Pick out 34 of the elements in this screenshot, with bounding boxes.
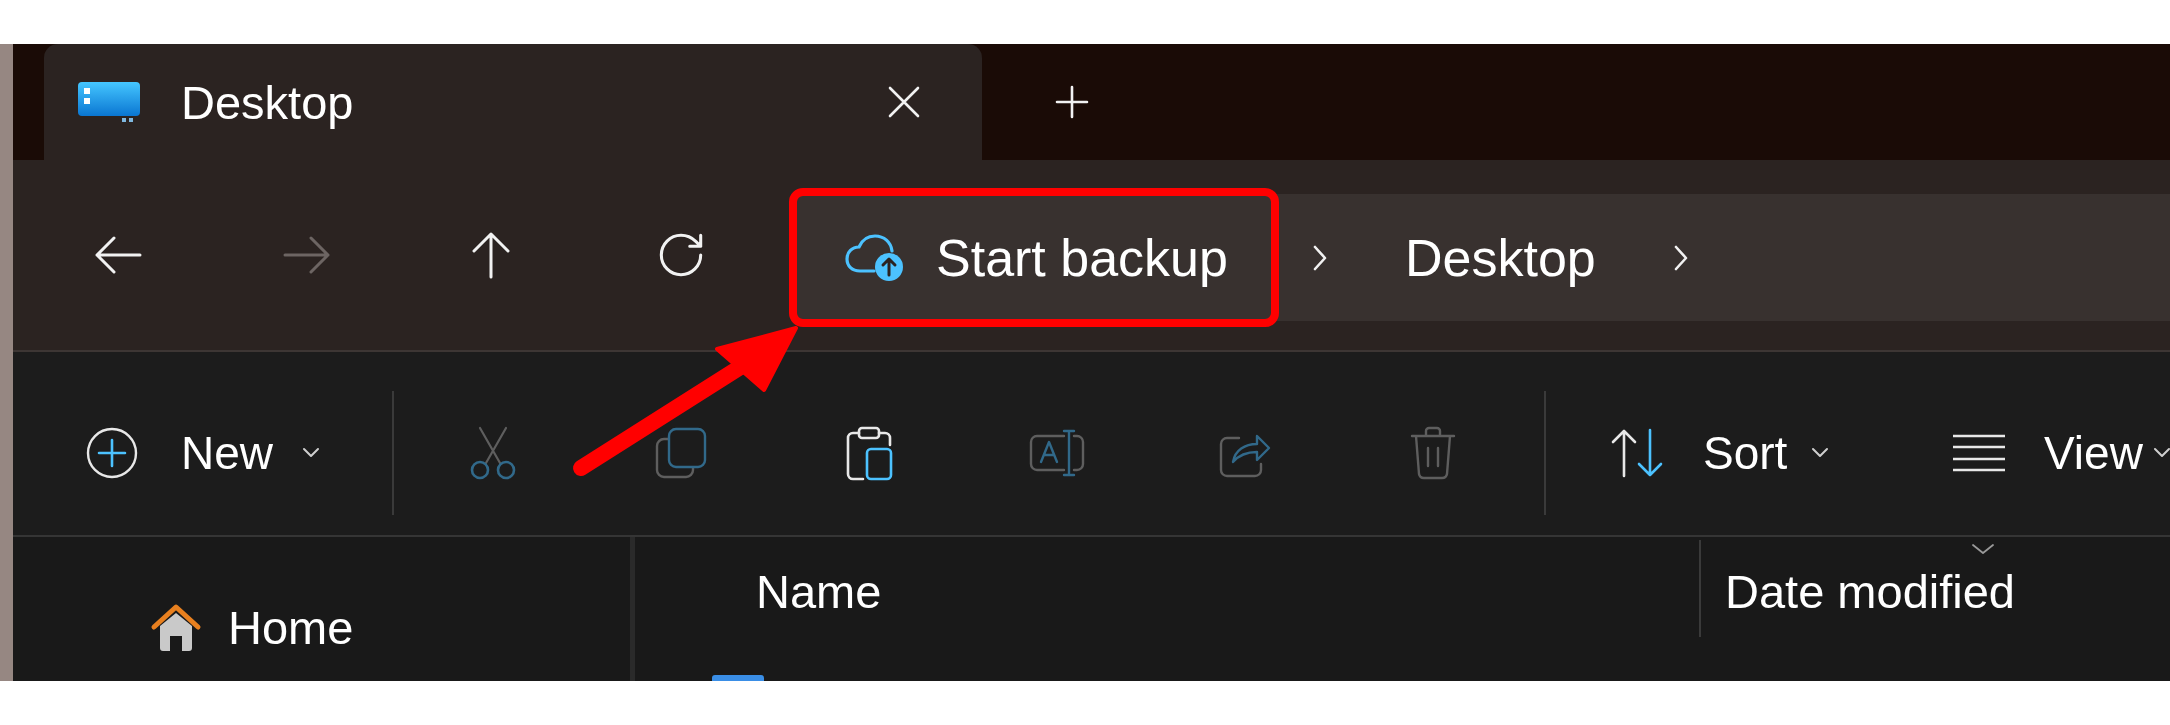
home-icon [150,602,202,652]
rename-icon [1029,427,1085,478]
arrow-left-icon [94,235,142,275]
breadcrumb-button[interactable]: Desktop [1369,194,1632,321]
chevron-down-icon [2152,447,2170,458]
sort-arrows-icon [1610,427,1664,478]
chevron-down-icon [1811,447,1830,458]
arrow-right-icon [283,235,331,275]
close-icon [888,86,920,118]
address-bar[interactable]: Start backup Desktop [796,194,2170,321]
chevron-down-icon [302,447,321,458]
file-icon [712,675,764,681]
arrow-up-icon [471,231,511,279]
tab[interactable]: Desktop [44,44,982,160]
view-button[interactable]: View [1931,407,2170,498]
sort-button[interactable]: Sort [1590,407,1853,498]
sort-indicator-icon [1971,543,1995,555]
sidebar-item[interactable]: Home [130,592,374,662]
refresh-icon [660,234,702,276]
close-tab-button[interactable] [888,86,920,118]
copy-icon [655,426,707,479]
new-tab-button[interactable] [1055,85,1089,119]
column-header[interactable]: Date modified [1701,537,2170,637]
circle-plus-icon [86,426,138,479]
chevron-right-icon [1312,243,1328,272]
clipboard-icon [845,424,893,481]
plus-icon [1055,85,1089,119]
breadcrumb-button[interactable]: Start backup [797,194,1271,321]
list-lines-icon [1951,432,2007,473]
desktop-icon [78,82,140,122]
trash-icon [1410,425,1456,480]
column-header[interactable]: Name [635,537,1699,637]
chevron-right-icon [1672,243,1689,272]
new-button[interactable]: New [66,407,336,498]
